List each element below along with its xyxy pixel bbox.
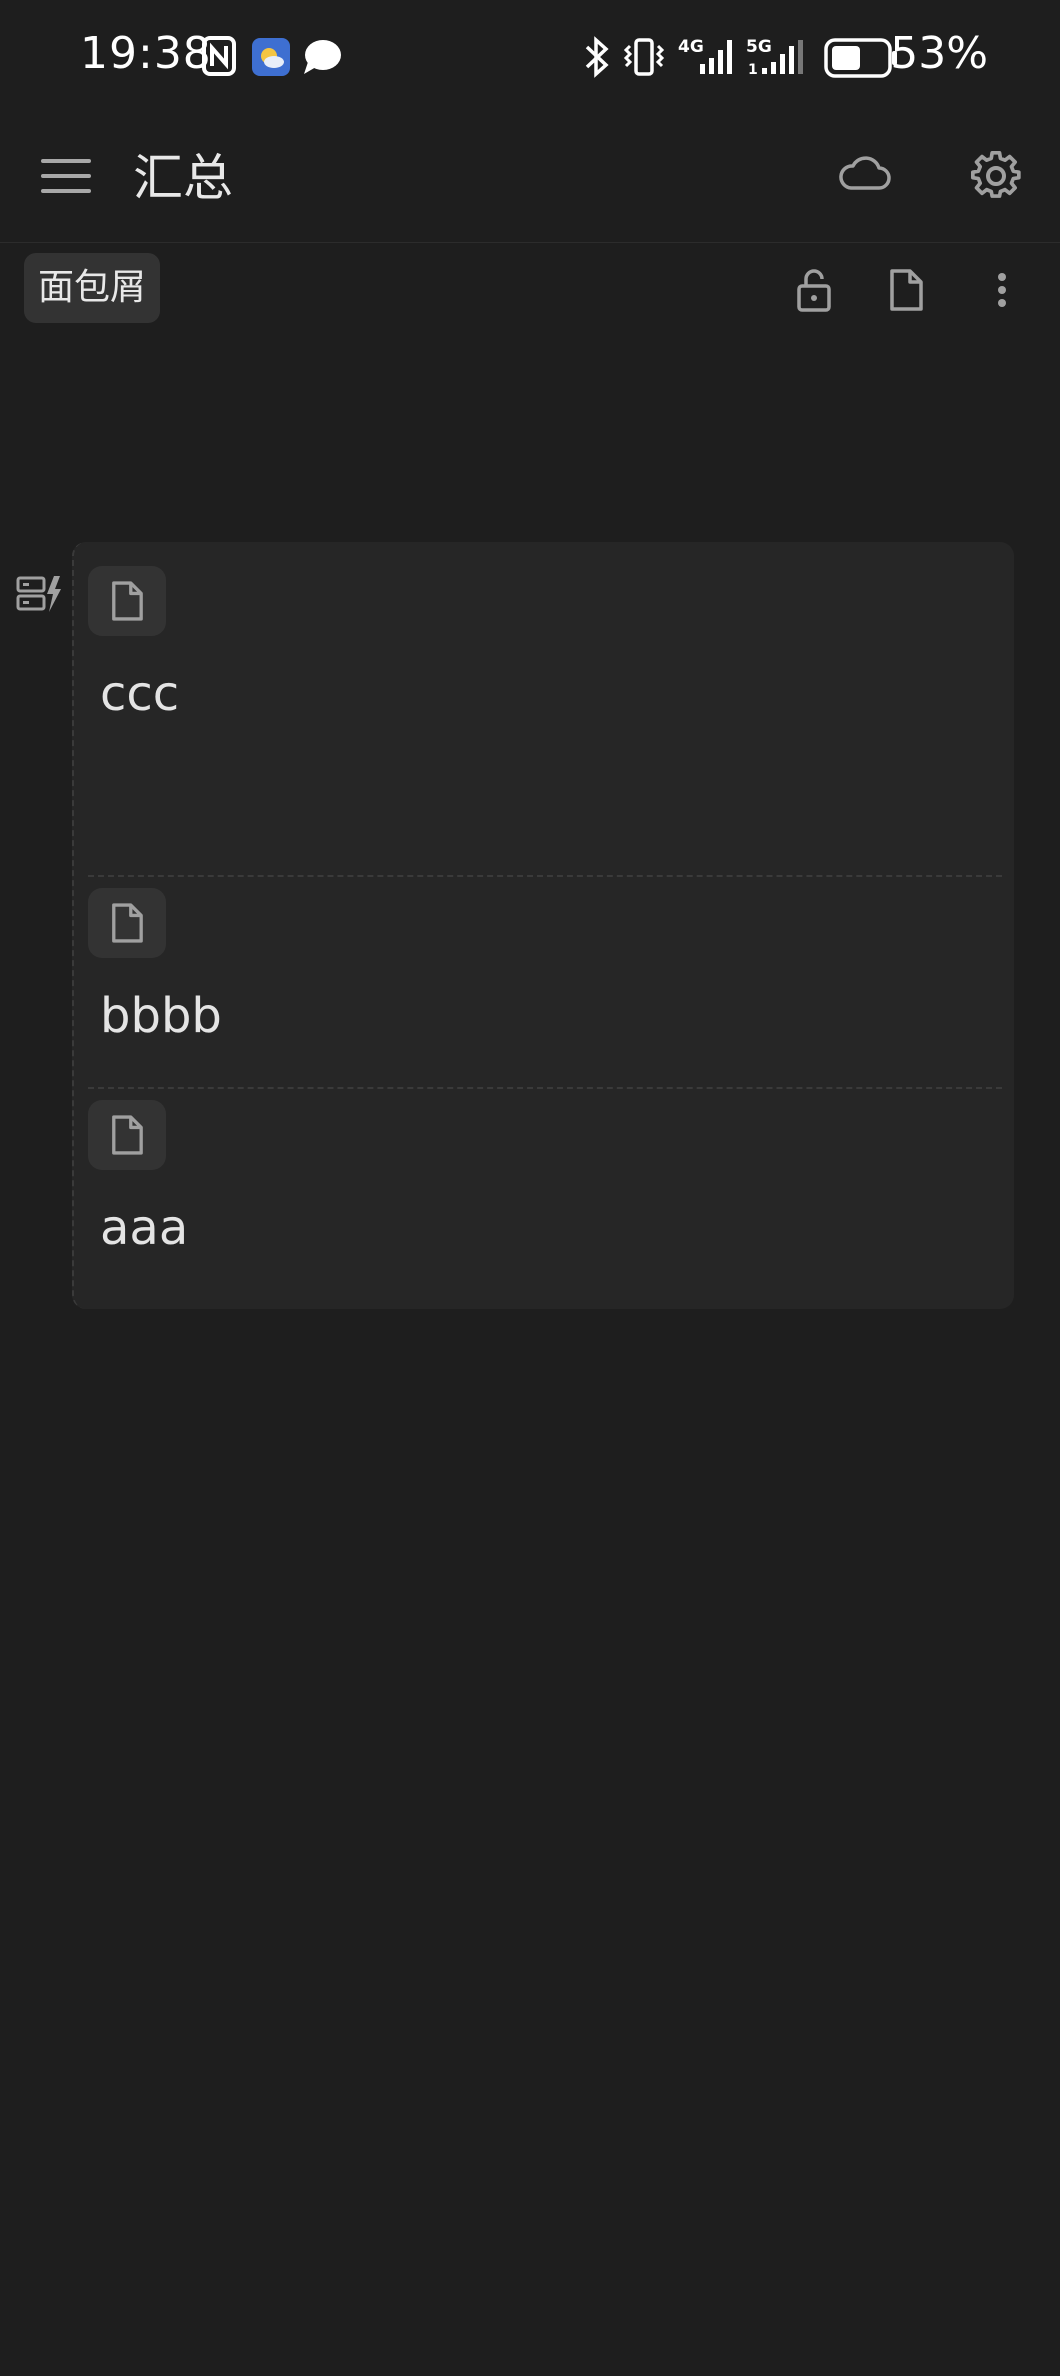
- document-icon-button[interactable]: [88, 566, 166, 636]
- document-icon-button[interactable]: [88, 888, 166, 958]
- svg-text:1: 1: [748, 62, 758, 78]
- document-title[interactable]: aaa: [100, 1200, 188, 1256]
- more-vertical-icon: [998, 273, 1006, 307]
- settings-button[interactable]: [958, 138, 1034, 214]
- nfc-icon: [202, 36, 236, 80]
- svg-text:4G: 4G: [678, 37, 704, 57]
- battery-percent: 53%: [890, 28, 988, 79]
- battery-icon: [824, 38, 898, 82]
- lock-toggle-button[interactable]: [782, 258, 846, 322]
- message-icon: [302, 38, 342, 80]
- page-title: 汇总: [133, 149, 233, 207]
- block-divider: [88, 1087, 1002, 1089]
- breadcrumb[interactable]: 面包屑: [24, 253, 161, 323]
- status-time: 19:38: [80, 28, 212, 79]
- document-button[interactable]: [874, 258, 938, 322]
- top-app-bar: 汇总: [0, 110, 1060, 243]
- unlock-icon: [797, 269, 831, 312]
- bluetooth-icon: [584, 36, 610, 82]
- document-icon: [112, 903, 143, 943]
- status-bar: 19:38 4G 5G 1 53%: [0, 0, 1060, 110]
- cloud-icon: [839, 156, 891, 190]
- more-options-button[interactable]: [976, 258, 1028, 322]
- document-icon: [112, 581, 143, 621]
- menu-icon: [41, 159, 91, 193]
- signal-4g-icon: 4G: [678, 36, 738, 82]
- svg-text:5G: 5G: [746, 37, 772, 57]
- weather-app-icon: [252, 38, 290, 80]
- document-title[interactable]: bbbb: [100, 988, 222, 1044]
- document-title[interactable]: ccc: [100, 666, 179, 722]
- menu-button[interactable]: [30, 140, 102, 212]
- gear-icon: [971, 151, 1021, 198]
- document-icon: [890, 269, 923, 311]
- block-divider: [88, 875, 1002, 877]
- document-list-card: ccc bbbb aaa: [72, 542, 1014, 1309]
- list-item[interactable]: bbbb: [88, 888, 1002, 1078]
- cloud-sync-button[interactable]: [828, 138, 900, 210]
- signal-5g-icon: 5G 1: [746, 36, 810, 82]
- list-item[interactable]: aaa: [88, 1100, 1002, 1290]
- document-icon: [112, 1115, 143, 1155]
- document-icon-button[interactable]: [88, 1100, 166, 1170]
- database-block-icon[interactable]: [16, 574, 62, 618]
- list-item[interactable]: ccc: [88, 566, 1002, 866]
- vibrate-icon: [622, 36, 666, 82]
